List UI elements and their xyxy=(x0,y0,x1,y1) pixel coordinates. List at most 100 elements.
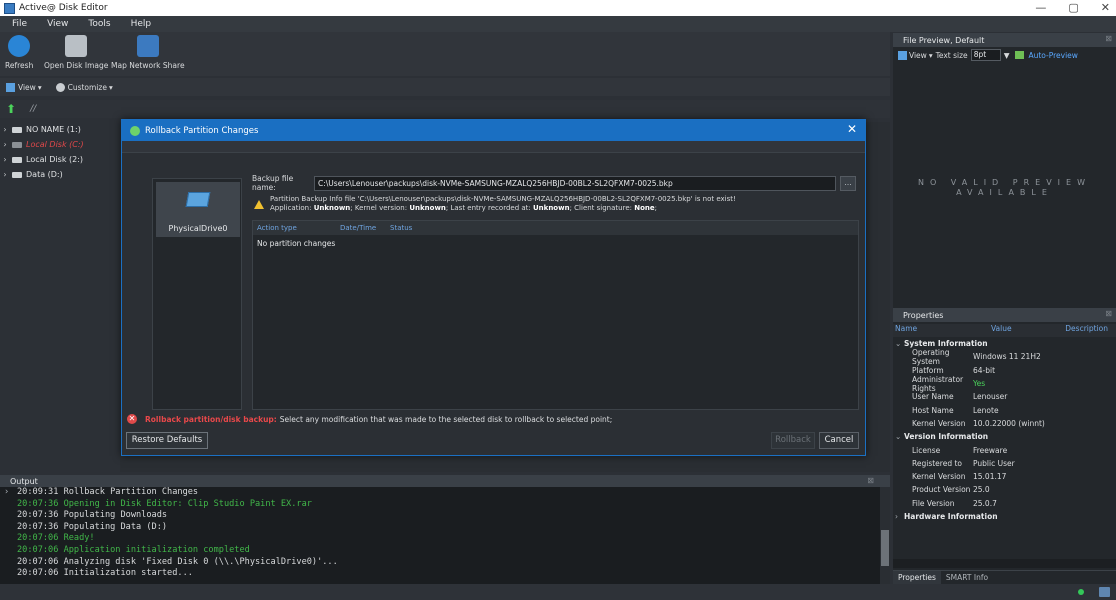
tab-smart-info[interactable]: SMART Info xyxy=(941,571,993,584)
refresh-button[interactable]: Refresh xyxy=(5,35,33,70)
column-header-action-type[interactable]: Action type xyxy=(253,224,336,232)
tree-item-label: Local Disk (2:) xyxy=(26,155,84,164)
group-label: System Information xyxy=(904,339,988,349)
tree-item[interactable]: › Data (D:) xyxy=(0,167,120,182)
up-arrow-icon[interactable]: ⬆ xyxy=(6,102,16,116)
property-value: Freeware xyxy=(973,445,1008,455)
disk-image-icon xyxy=(65,35,88,57)
toolbar: Refresh Open Disk Image Map Network Shar… xyxy=(0,32,890,76)
pin-icon[interactable]: ⊠ xyxy=(1105,34,1112,43)
property-row[interactable]: Product Version 25.0 xyxy=(893,483,1116,496)
log-line: 20:07:06 Ready! xyxy=(17,533,95,544)
changes-table: Action type Date/Time Status No partitio… xyxy=(252,220,859,410)
auto-preview-toggle[interactable]: Auto-Preview xyxy=(1028,51,1077,60)
status-body: Select any modification that was made to… xyxy=(279,414,613,424)
column-header-date-time[interactable]: Date/Time xyxy=(336,224,386,232)
pin-icon[interactable]: ⊠ xyxy=(867,476,874,485)
map-network-share-button[interactable]: Map Network Share xyxy=(111,35,185,70)
menu-view[interactable]: View xyxy=(47,19,68,29)
view-dropdown[interactable]: View ▾ xyxy=(6,82,42,92)
close-button[interactable]: ✕ xyxy=(1101,0,1110,16)
property-row[interactable]: File Version 25.0.7 xyxy=(893,497,1116,510)
log-line: 20:07:06 Initialization started... xyxy=(17,568,193,579)
backup-file-input[interactable]: C:\Users\Lenouser\packups\disk-NVMe-SAMS… xyxy=(314,175,836,191)
rollback-button[interactable]: Rollback xyxy=(771,432,815,449)
view-icon xyxy=(898,50,907,60)
property-row[interactable]: Kernel Version 15.01.17 xyxy=(893,470,1116,483)
window-title: Active@ Disk Editor xyxy=(19,3,108,13)
close-icon[interactable]: ✕ xyxy=(847,122,857,136)
property-row[interactable]: Operating System Windows 11 21H2 xyxy=(893,347,1116,366)
group-version-information[interactable]: ⌄ Version Information xyxy=(893,430,1116,443)
column-header-name[interactable]: Name xyxy=(893,324,991,337)
log-line: 20:07:36 Populating Downloads xyxy=(17,510,168,521)
property-value: 15.01.17 xyxy=(973,472,1007,482)
group-hardware-information[interactable]: › Hardware Information xyxy=(893,510,1116,523)
chevron-right-icon[interactable]: › xyxy=(0,155,10,164)
menu-tools[interactable]: Tools xyxy=(88,19,110,29)
property-key: Product Version xyxy=(912,485,971,495)
text-size-select[interactable]: 8pt xyxy=(970,49,1001,61)
file-preview-panel: File Preview, Default ⊠ View ▾ Text size… xyxy=(893,33,1116,308)
open-disk-image-button[interactable]: Open Disk Image xyxy=(44,35,108,70)
property-value: Lenouser xyxy=(973,392,1008,402)
chevron-right-icon[interactable]: › xyxy=(0,140,10,149)
property-row[interactable]: Administrator Rights Yes xyxy=(893,375,1116,393)
property-value: Public User xyxy=(973,458,1015,468)
log-line: 20:07:06 Application initialization comp… xyxy=(17,544,250,555)
property-row[interactable]: Host Name Lenote xyxy=(893,403,1116,416)
pin-icon[interactable]: ⊠ xyxy=(1105,309,1112,318)
chevron-right-icon[interactable]: › xyxy=(0,125,10,134)
vertical-scrollbar[interactable] xyxy=(880,487,890,584)
chevron-down-icon: ⌄ xyxy=(895,432,902,442)
property-key: Operating System xyxy=(912,347,950,366)
column-header-value[interactable]: Value xyxy=(991,324,1063,337)
chevron-down-icon[interactable]: ▼ xyxy=(1004,51,1010,60)
chevron-right-icon: › xyxy=(895,512,898,521)
property-row[interactable]: User Name Lenouser xyxy=(893,390,1116,403)
column-header-status[interactable]: Status xyxy=(386,224,412,232)
tree-item-label: NO NAME (1:) xyxy=(26,125,81,134)
customize-dropdown[interactable]: Customize ▾ xyxy=(55,82,113,92)
tree-item[interactable]: › Local Disk (C:) xyxy=(0,137,120,152)
property-value: Yes xyxy=(973,379,986,389)
wizard-icon xyxy=(130,125,140,136)
property-key: Kernel Version xyxy=(912,418,966,428)
column-header-description[interactable]: Description xyxy=(1063,324,1116,337)
network-icon[interactable] xyxy=(1099,587,1110,597)
tree-item[interactable]: › Local Disk (2:) xyxy=(0,152,120,167)
horizontal-scrollbar[interactable] xyxy=(893,559,1116,568)
no-preview-message: NO VALID PREVIEW AVAILABLE xyxy=(893,178,1116,198)
tab-properties[interactable]: Properties xyxy=(893,571,941,584)
fp-view-dropdown[interactable]: View xyxy=(909,51,927,60)
refresh-icon xyxy=(8,35,31,57)
output-panel: Output ⊠ › 20:09:31 Rollback Partition C… xyxy=(0,475,890,584)
property-row[interactable]: License Freeware xyxy=(893,443,1116,456)
output-title: Output xyxy=(10,476,38,486)
scrollbar-thumb[interactable] xyxy=(881,530,889,566)
minimize-button[interactable]: — xyxy=(1035,0,1046,16)
cancel-button[interactable]: Cancel xyxy=(819,432,859,449)
property-row[interactable]: Registered to Public User xyxy=(893,457,1116,470)
menu-file[interactable]: File xyxy=(12,19,27,29)
restore-defaults-button[interactable]: Restore Defaults xyxy=(126,432,208,449)
dialog-title-bar: Rollback Partition Changes ✕ xyxy=(122,120,865,141)
rollback-dialog: Rollback Partition Changes ✕ PhysicalDri… xyxy=(121,119,866,456)
browse-button[interactable]: ... xyxy=(840,175,856,191)
log-line: 20:07:36 Opening in Disk Editor: Clip St… xyxy=(17,498,312,509)
chevron-right-icon[interactable]: › xyxy=(0,170,10,179)
title-bar: Active@ Disk Editor — ▢ ✕ xyxy=(0,0,1116,16)
tree-item[interactable]: › NO NAME (1:) xyxy=(0,122,120,137)
drive-tile[interactable]: PhysicalDrive0 xyxy=(156,182,240,237)
maximize-button[interactable]: ▢ xyxy=(1068,0,1078,16)
property-key: Platform xyxy=(912,365,944,375)
customize-label: Customize xyxy=(67,82,107,92)
property-row[interactable]: Kernel Version 10.0.22000 (winnt) xyxy=(893,417,1116,430)
property-value: 10.0.22000 (winnt) xyxy=(973,418,1045,428)
menu-help[interactable]: Help xyxy=(131,19,152,29)
property-key: Registered to xyxy=(912,458,963,468)
properties-header: Properties ⊠ xyxy=(893,308,1116,322)
group-label: Hardware Information xyxy=(904,512,998,521)
property-value: Lenote xyxy=(973,405,999,415)
drive-label: PhysicalDrive0 xyxy=(168,224,228,233)
